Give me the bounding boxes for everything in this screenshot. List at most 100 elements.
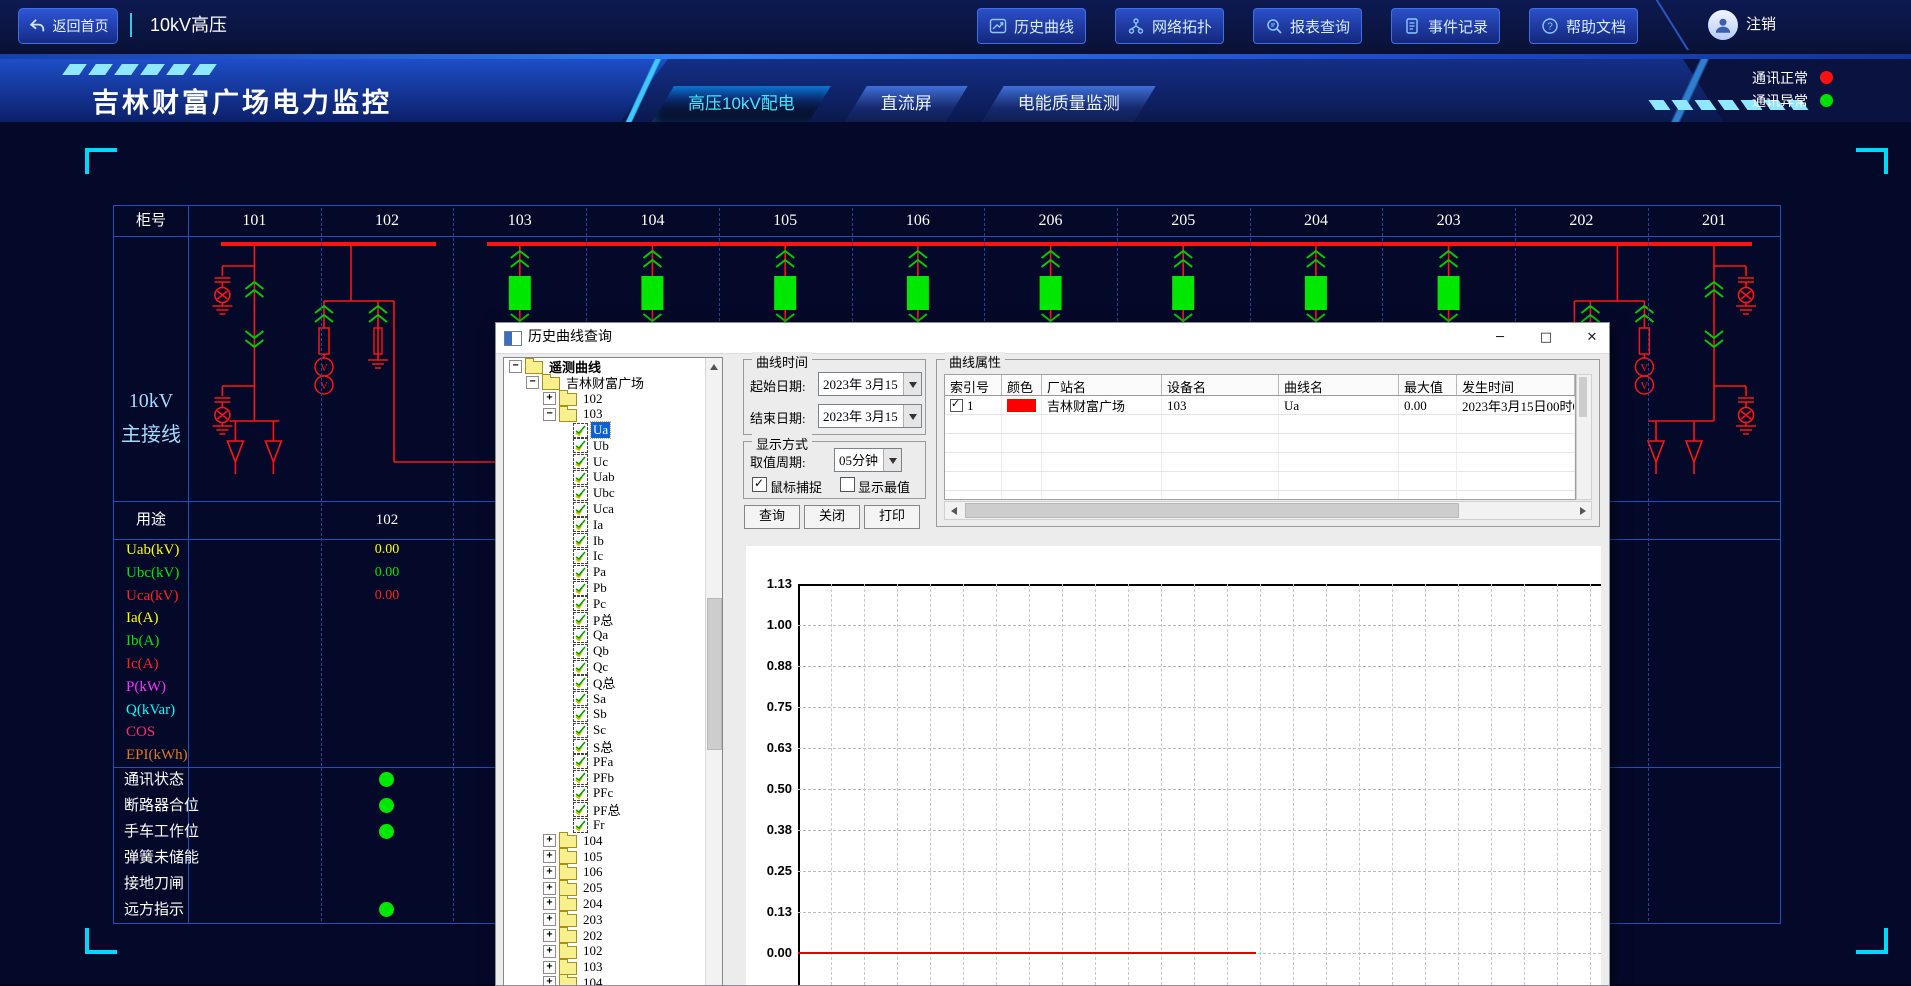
dialog-titlebar[interactable]: 历史曲线查询 ─ □ ✕ [496,323,1609,354]
tab-hv-10kv[interactable]: 高压10kV配电 [652,86,831,122]
tree-expander[interactable]: + [543,929,556,942]
scroll-up-button[interactable] [706,358,722,374]
tree-item[interactable]: +104 [505,833,705,849]
tree-item[interactable]: − 吉林财富广场 [505,375,705,391]
tree-item[interactable]: +102 [505,943,705,959]
tree-item-label[interactable]: Ia [591,517,605,533]
tree-item[interactable]: +106 [505,865,705,881]
tree-item-label[interactable]: Ub [591,438,611,454]
tree-item-label[interactable]: 202 [581,928,605,944]
print-button[interactable]: 打印 [864,505,920,529]
tree-item[interactable]: Qa [505,628,705,644]
row-checkbox[interactable] [950,399,963,412]
tree-expander[interactable]: − [526,376,539,389]
tree-item[interactable]: PF总 [505,801,705,817]
tree-expander[interactable]: + [543,392,556,405]
tree-item[interactable]: Q总 [505,675,705,691]
tree-item[interactable]: Ua [505,422,705,438]
tree-item-label[interactable]: Uc [591,454,610,470]
scroll-thumb[interactable] [965,503,1459,518]
tree-item[interactable]: +202 [505,928,705,944]
tree-expander[interactable]: − [509,360,522,373]
close-dialog-button[interactable]: 关闭 [804,505,860,529]
tab-dc-panel[interactable]: 直流屏 [845,86,968,122]
tree-item-label[interactable]: 104 [581,975,605,986]
tree-item-label[interactable]: 105 [581,849,605,865]
scroll-thumb[interactable] [1579,377,1587,417]
tree-item[interactable]: +102 [505,391,705,407]
tree-item-label[interactable]: 102 [581,943,605,959]
tree-item-label[interactable]: Sa [591,691,608,707]
tree-expander[interactable]: + [543,945,556,958]
tree-item[interactable]: −103 [505,406,705,422]
tree-item[interactable]: PFa [505,754,705,770]
tree-item-label[interactable]: Pa [591,564,608,580]
tree-item-label[interactable]: 104 [581,833,605,849]
query-button[interactable]: 查询 [744,505,800,529]
tree-item[interactable]: Ia [505,517,705,533]
tree-item-label[interactable]: Ic [591,548,605,564]
tree-item-label[interactable]: 103 [581,959,605,975]
tree-item[interactable]: S总 [505,738,705,754]
tree-item[interactable]: Ub [505,438,705,454]
dropdown-arrow-icon[interactable] [903,405,921,427]
tree-item-label[interactable]: Ib [591,533,606,549]
start-date-picker[interactable]: 2023年 3月15 [818,372,922,396]
tree-item-label[interactable]: 204 [581,896,605,912]
tree-item[interactable]: Sa [505,691,705,707]
history-curve-button[interactable]: 历史曲线 [977,8,1086,44]
help-doc-button[interactable]: ? 帮助文档 [1529,8,1638,44]
tree-expander[interactable]: + [543,897,556,910]
tree-item[interactable]: Uab [505,470,705,486]
tree-item-label[interactable]: P总 [591,610,615,629]
tree-item-label[interactable]: 103 [581,406,605,422]
end-date-picker[interactable]: 2023年 3月15 [818,404,922,428]
tree-item[interactable]: Uca [505,501,705,517]
scroll-left-button[interactable] [945,503,961,518]
tree-item[interactable]: Sb [505,707,705,723]
tree-item[interactable]: Ib [505,533,705,549]
tree-item-label[interactable]: 106 [581,864,605,880]
tree-item-label[interactable]: Q总 [591,673,617,692]
props-vertical-scrollbar[interactable] [1576,374,1592,500]
tree-item[interactable]: PFb [505,770,705,786]
tree-item-label[interactable]: PFb [591,770,616,786]
period-select[interactable]: 05分钟 [834,448,902,472]
tree-item-label[interactable]: 205 [581,880,605,896]
tree-item[interactable]: +103 [505,959,705,975]
tree-item-label[interactable]: Uca [591,501,616,517]
tree-item-label[interactable]: Uab [591,469,617,485]
tree-item[interactable]: Fr [505,817,705,833]
tree-expander[interactable]: + [543,866,556,879]
tree-item-label[interactable]: Ubc [591,485,617,501]
tree-item[interactable]: P总 [505,612,705,628]
maximize-button[interactable]: □ [1530,323,1562,353]
tree-item-label[interactable]: Qa [591,627,610,643]
tree-scrollbar[interactable] [705,358,722,986]
user-avatar[interactable] [1708,10,1738,40]
tree-item[interactable]: Uc [505,454,705,470]
event-log-button[interactable]: 事件记录 [1391,8,1500,44]
back-home-button[interactable]: 返回首页 [18,8,118,44]
tree-item-label[interactable]: 203 [581,912,605,928]
show-extreme-checkbox[interactable] [840,477,855,492]
dropdown-arrow-icon[interactable] [903,373,921,395]
scroll-thumb[interactable] [707,598,722,750]
tree-item-label[interactable]: Ua [591,422,610,438]
network-topology-button[interactable]: 网络拓扑 [1115,8,1224,44]
tree-expander[interactable]: + [543,913,556,926]
tree-item-label[interactable]: Qb [591,643,611,659]
tree-item-label[interactable]: 102 [581,391,605,407]
tree-item[interactable]: +205 [505,880,705,896]
mouse-capture-checkbox[interactable] [752,477,767,492]
tab-power-quality[interactable]: 电能质量监测 [982,86,1156,122]
tree-item[interactable]: Ubc [505,485,705,501]
tree-item-label[interactable]: PF总 [591,800,622,819]
tree-item[interactable]: +204 [505,896,705,912]
tree-item[interactable]: Qb [505,643,705,659]
tree-item-label[interactable]: Fr [591,817,607,833]
tree-item[interactable]: Pa [505,564,705,580]
tree-item[interactable]: +104 [505,975,705,986]
dropdown-arrow-icon[interactable] [883,449,901,471]
tree-item-label[interactable]: 吉林财富广场 [564,373,646,392]
